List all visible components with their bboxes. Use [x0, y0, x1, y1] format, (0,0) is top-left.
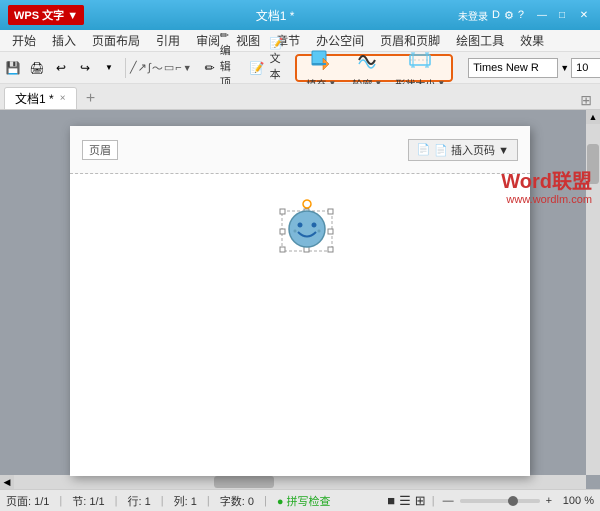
scroll-left-btn[interactable]: ◀ — [0, 475, 14, 489]
header-label: 页眉 — [82, 140, 118, 160]
line-tool[interactable]: ╱ — [130, 57, 137, 79]
view-outline-btn[interactable]: ☰ — [399, 493, 411, 509]
fill-outline-size-group: 填充 ▼ 轮廓 ▼ — [295, 54, 453, 82]
freeform-tool[interactable]: 〜 — [152, 57, 163, 79]
icon1[interactable]: D — [492, 9, 500, 21]
insert-page-num-btn[interactable]: 📄 📄 插入页码 ▼ — [408, 139, 518, 161]
row-info: 行: 1 — [128, 493, 151, 509]
page-info: 页面: 1/1 — [6, 493, 49, 509]
logo-arrow: ▼ — [67, 10, 78, 22]
size-icon — [404, 44, 436, 76]
quick-access-bar: 💾 🖨 ↩ ↪ ▼ — [2, 57, 129, 79]
smiley-shape[interactable] — [272, 191, 342, 261]
shape-area — [272, 191, 342, 264]
minimize-btn[interactable]: — — [534, 7, 550, 23]
app-container: WPS 文字 ▼ 文档1 * 未登录 D ⚙ ? — □ ✕ 开始 插入 页面布… — [0, 0, 600, 511]
menu-page-layout[interactable]: 页面布局 — [84, 30, 148, 51]
drawing-tools-row: 💾 🖨 ↩ ↪ ▼ ╱ ↗ ∫ 〜 ▭ ⌐ ▼ ✏ ✏ 编辑顶点 — [0, 52, 600, 84]
font-name-dropdown[interactable]: ▼ — [560, 63, 569, 73]
edit-vertex-icon: ✏ — [204, 57, 216, 79]
menu-drawing-tools[interactable]: 绘图工具 — [448, 30, 512, 51]
maximize-btn[interactable]: □ — [554, 7, 570, 23]
menu-reference[interactable]: 引用 — [148, 30, 188, 51]
fill-icon — [305, 44, 337, 76]
section-info: 节: 1/1 — [72, 493, 104, 509]
word-count: 字数: 0 — [220, 493, 254, 509]
zoom-minus-btn[interactable]: — — [441, 495, 456, 507]
scroll-thumb-v[interactable] — [587, 144, 599, 184]
spell-check[interactable]: ● 拼写检查 — [277, 493, 331, 509]
col-info: 列: 1 — [174, 493, 197, 509]
insert-icon: 📄 — [417, 143, 431, 156]
font-panel: ▼ ▼ B I U ≡ ≡ ≡ ≡ ≡ ¶ — [460, 54, 600, 82]
rect-tool[interactable]: ▭ — [164, 57, 174, 79]
font-name-input[interactable] — [468, 58, 558, 78]
icon2[interactable]: ⚙ — [504, 9, 514, 22]
divider1 — [125, 58, 126, 78]
status-bar: 页面: 1/1 | 节: 1/1 | 行: 1 | 列: 1 | 字数: 0 |… — [0, 489, 600, 511]
zoom-thumb[interactable] — [508, 496, 518, 506]
toolbar-area: 💾 🖨 ↩ ↪ ▼ ╱ ↗ ∫ 〜 ▭ ⌐ ▼ ✏ ✏ 编辑顶点 — [0, 52, 600, 84]
title-bar: WPS 文字 ▼ 文档1 * 未登录 D ⚙ ? — □ ✕ — [0, 0, 600, 30]
window-title: 文档1 * — [92, 7, 458, 24]
menu-bar: 开始 插入 页面布局 引用 审阅 视图 章节 办公空间 页眉和页脚 绘图工具 效… — [0, 30, 600, 52]
view-normal-btn[interactable]: ■ — [387, 493, 395, 508]
vertical-scrollbar[interactable]: ▲ — [586, 110, 600, 475]
scroll-up-btn[interactable]: ▲ — [586, 110, 600, 124]
user-area: 未登录 — [458, 8, 488, 23]
redo-btn[interactable]: ↪ — [74, 57, 96, 79]
corner-tool[interactable]: ⌐ — [175, 57, 181, 79]
print-btn[interactable]: 🖨 — [26, 57, 48, 79]
font-size-input[interactable] — [571, 58, 600, 78]
view-web-btn[interactable]: ⊞ — [415, 493, 426, 509]
arrow-tool[interactable]: ↗ — [138, 57, 147, 79]
doc-tab-active[interactable]: 文档1 * × — [4, 87, 77, 109]
menu-insert[interactable]: 插入 — [44, 30, 84, 51]
zoom-slider[interactable] — [460, 499, 540, 503]
window-controls: 未登录 D ⚙ ? — □ ✕ — [458, 7, 592, 23]
menu-effects[interactable]: 效果 — [512, 30, 552, 51]
zoom-plus-btn[interactable]: + — [544, 495, 554, 507]
undo-drop-btn[interactable]: ▼ — [98, 57, 120, 79]
more-shapes[interactable]: ▼ — [183, 57, 192, 79]
scroll-thumb-h[interactable] — [214, 476, 274, 488]
document-page: 页眉 📄 📄 插入页码 ▼ — [70, 126, 530, 476]
insert-page-num-label: 📄 插入页码 ▼ — [434, 142, 509, 158]
save-btn[interactable]: 💾 — [2, 57, 24, 79]
horizontal-scrollbar[interactable]: ◀ — [0, 475, 586, 489]
new-tab-btn[interactable]: + — [81, 89, 101, 109]
icon3[interactable]: ? — [518, 9, 524, 21]
zoom-level: 100 % — [558, 495, 594, 507]
logo-text: WPS 文字 — [14, 10, 64, 22]
tab-label: 文档1 * — [15, 90, 54, 107]
curve-tool[interactable]: ∫ — [148, 57, 151, 79]
outline-icon — [351, 44, 383, 76]
close-btn[interactable]: ✕ — [576, 7, 592, 23]
tab-bar: 文档1 * × + ⊞ — [0, 84, 600, 110]
menu-start[interactable]: 开始 — [4, 30, 44, 51]
wps-logo[interactable]: WPS 文字 ▼ — [8, 5, 84, 25]
undo-btn[interactable]: ↩ — [50, 57, 72, 79]
page-header: 页眉 📄 📄 插入页码 ▼ — [70, 126, 530, 174]
font-name-row: ▼ ▼ — [468, 56, 600, 80]
document-area: ▲ ◀ 页眉 📄 📄 插入页码 ▼ — [0, 110, 600, 489]
tab-close-btn[interactable]: × — [60, 93, 66, 104]
tab-options-btn[interactable]: ⊞ — [580, 92, 592, 109]
zoom-area: ■ ☰ ⊞ | — + 100 % — [387, 493, 594, 509]
textbox-icon: 📝 — [249, 57, 266, 79]
